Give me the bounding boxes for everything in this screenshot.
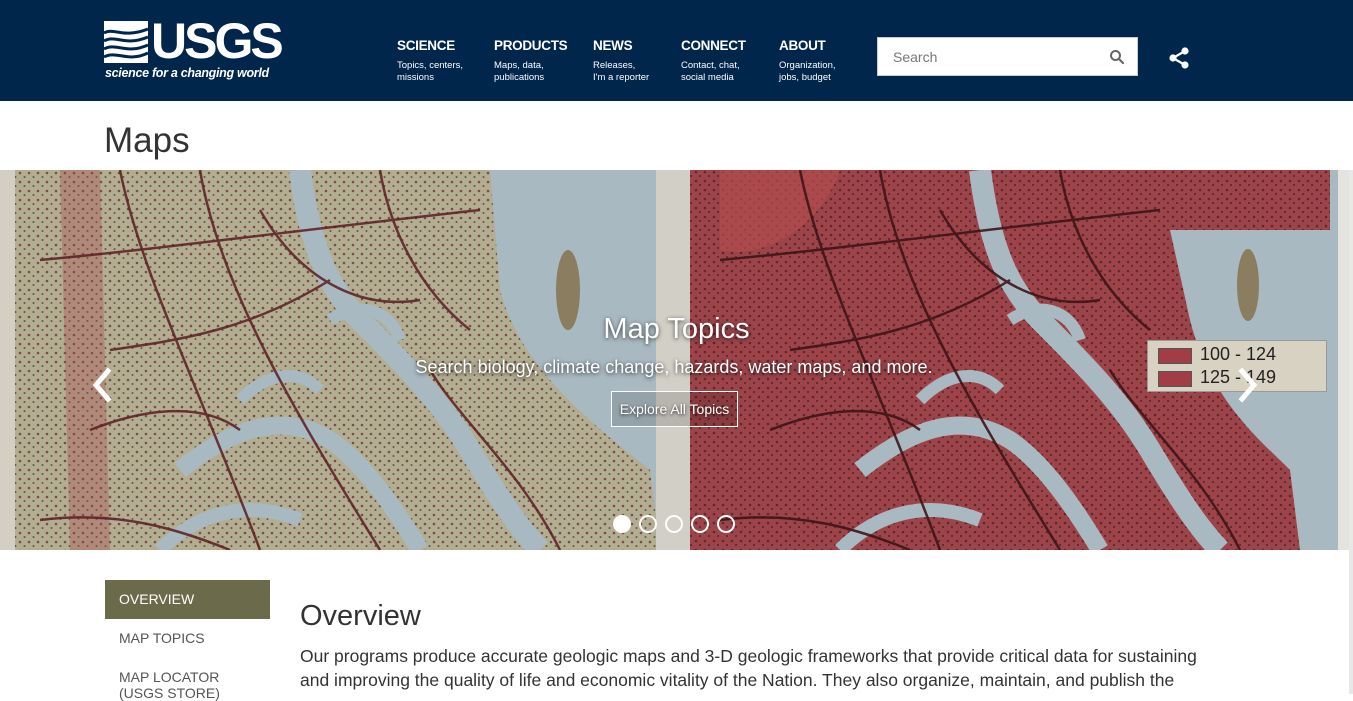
nav-products-subtitle: Maps, data, publications xyxy=(494,60,545,83)
main-content: Overview Our programs produce accurate g… xyxy=(300,598,1230,692)
nav-products-title: PRODUCTS xyxy=(494,38,568,53)
section-heading: Overview xyxy=(300,600,421,632)
nav-products[interactable]: PRODUCTS Maps, data, publications xyxy=(494,38,568,84)
carousel-dot[interactable] xyxy=(613,515,631,533)
usgs-logo[interactable]: USGS science for a changing world xyxy=(104,15,284,83)
slide-subtitle: Search biology, climate change, hazards,… xyxy=(415,357,933,377)
logo-wordmark: USGS xyxy=(151,13,284,69)
search-icon[interactable] xyxy=(1109,49,1125,65)
carousel-dot[interactable] xyxy=(665,515,683,533)
nav-news-title: NEWS xyxy=(593,38,633,53)
side-navigation: OVERVIEW MAP TOPICS MAP LOCATOR (USGS ST… xyxy=(105,580,270,701)
nav-news[interactable]: NEWS Releases, I'm a reporter xyxy=(593,38,649,84)
slide-title: Map Topics xyxy=(603,313,750,345)
carousel-dot[interactable] xyxy=(639,515,657,533)
share-icon[interactable] xyxy=(1167,46,1191,70)
nav-about-title: ABOUT xyxy=(779,38,826,53)
sidebar-item-map-topics[interactable]: MAP TOPICS xyxy=(105,619,270,658)
page-scrollbar[interactable] xyxy=(1349,170,1353,694)
chevron-right-icon[interactable] xyxy=(1232,365,1262,405)
nav-connect[interactable]: CONNECT Contact, chat, social media xyxy=(681,38,746,84)
sidebar-item-overview[interactable]: OVERVIEW xyxy=(105,580,270,619)
nav-news-subtitle: Releases, I'm a reporter xyxy=(593,60,650,83)
hero-carousel: 100 - 124 125 - 149 Map Topics Search bi… xyxy=(0,170,1353,550)
search-box xyxy=(877,37,1138,76)
nav-about[interactable]: ABOUT Organization, jobs, budget xyxy=(779,38,836,84)
page-title: Maps xyxy=(104,121,190,160)
nav-science[interactable]: SCIENCE Topics, centers, missions xyxy=(397,38,463,84)
nav-about-subtitle: Organization, jobs, budget xyxy=(779,60,836,83)
nav-connect-subtitle: Contact, chat, social media xyxy=(681,60,740,83)
overview-paragraph: Our programs produce accurate geologic m… xyxy=(300,646,1197,690)
nav-science-title: SCIENCE xyxy=(397,38,455,53)
search-input[interactable] xyxy=(878,38,1098,75)
carousel-dot[interactable] xyxy=(691,515,709,533)
logo-tagline: science for a changing world xyxy=(105,66,269,80)
sidebar-item-map-locator[interactable]: MAP LOCATOR (USGS STORE) xyxy=(105,658,270,701)
explore-all-topics-button[interactable]: Explore All Topics xyxy=(611,391,738,427)
nav-connect-title: CONNECT xyxy=(681,38,746,53)
nav-science-subtitle: Topics, centers, missions xyxy=(397,60,463,83)
carousel-dot[interactable] xyxy=(717,515,735,533)
chevron-left-icon[interactable] xyxy=(88,365,118,405)
site-header: USGS science for a changing world SCIENC… xyxy=(0,0,1353,101)
usgs-wave-logo-icon xyxy=(104,21,148,63)
